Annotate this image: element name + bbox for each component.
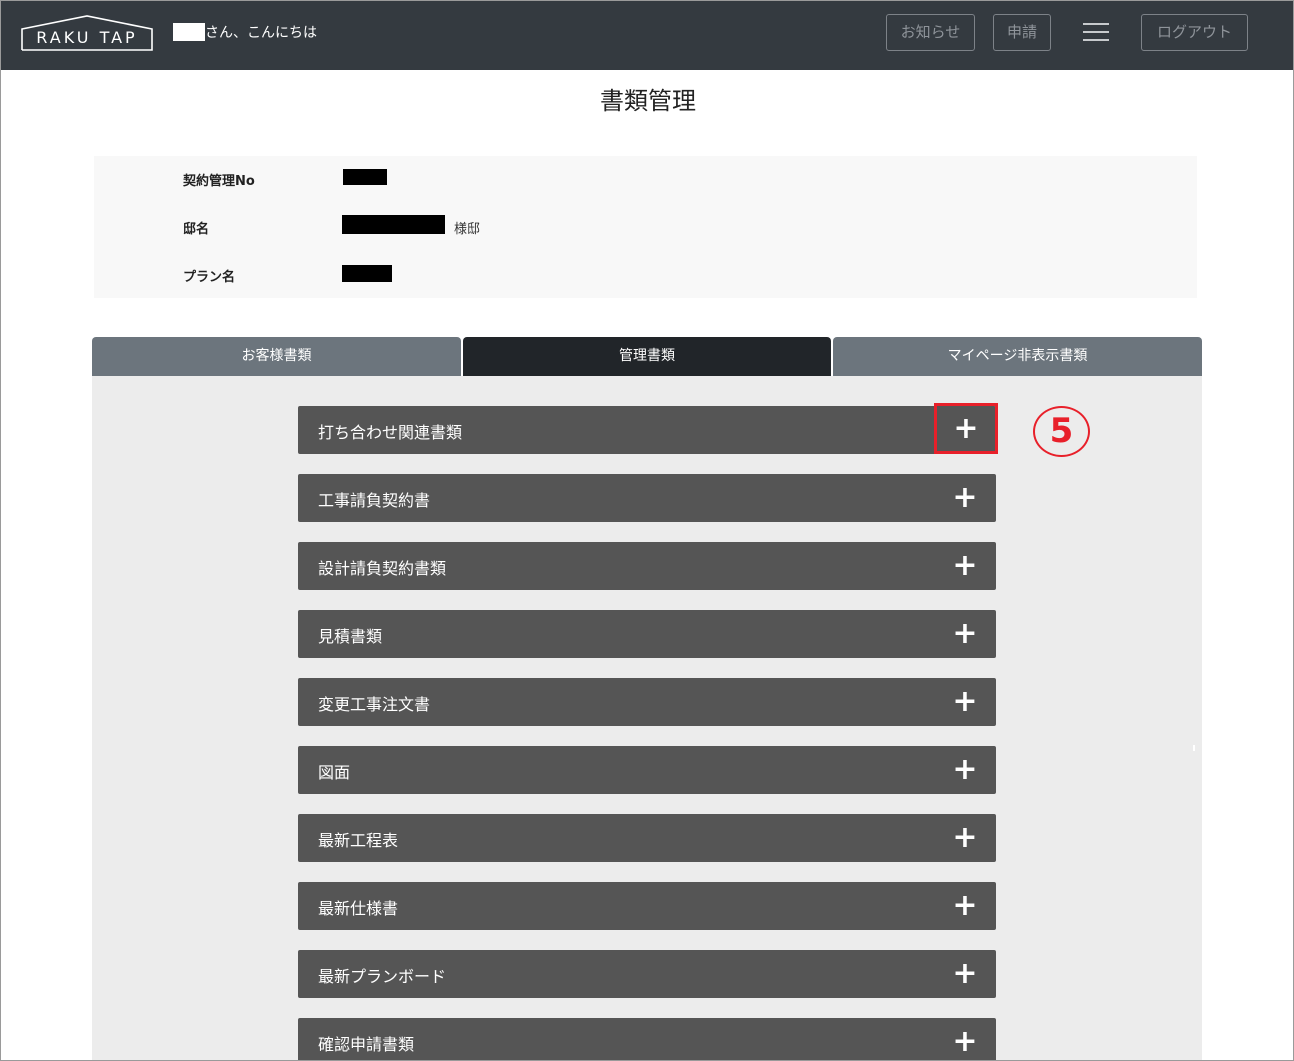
- plus-icon[interactable]: +: [934, 1020, 996, 1060]
- greeting-text: さん、こんにちは: [205, 25, 317, 41]
- plan-label: プラン名: [183, 270, 236, 285]
- accordion-item[interactable]: 工事請負契約書 +: [298, 474, 996, 522]
- app-window: RAKU TAP さん、こんにちは お知らせ 申請 ログアウト 書類管理 契約管…: [0, 0, 1294, 1061]
- accordion-label: 確認申請書類: [318, 1035, 415, 1054]
- accordion-label: 最新プランボード: [318, 967, 447, 986]
- accordion-item[interactable]: 最新工程表 +: [298, 814, 996, 862]
- contract-info-panel: 契約管理No 邸名 様邸 プラン名: [94, 156, 1197, 298]
- accordion-item[interactable]: 打ち合わせ関連書類 +: [298, 403, 998, 454]
- accordion-label: 打ち合わせ関連書類: [318, 423, 463, 442]
- scroll-marker: [1193, 745, 1195, 751]
- plus-icon[interactable]: +: [934, 403, 998, 454]
- greeting: さん、こんにちは: [173, 22, 317, 42]
- accordion-item[interactable]: 見積書類 +: [298, 610, 996, 658]
- contract-no-value-redacted: [343, 169, 387, 185]
- plus-icon[interactable]: +: [934, 476, 996, 520]
- plus-icon[interactable]: +: [934, 680, 996, 724]
- tab-management-documents[interactable]: 管理書類: [463, 337, 831, 376]
- plus-icon[interactable]: +: [934, 884, 996, 928]
- step-number-annotation: 5: [1033, 406, 1090, 457]
- logout-button[interactable]: ログアウト: [1141, 14, 1248, 51]
- accordion-label: 見積書類: [318, 627, 383, 646]
- accordion-item[interactable]: 確認申請書類 +: [298, 1018, 996, 1060]
- residence-suffix: 様邸: [454, 222, 481, 237]
- accordion-label: 工事請負契約書: [318, 491, 431, 510]
- tab-customer-documents[interactable]: お客様書類: [92, 337, 461, 376]
- accordion-label: 最新工程表: [318, 831, 399, 850]
- accordion-label: 最新仕様書: [318, 899, 399, 918]
- accordion-item[interactable]: 変更工事注文書 +: [298, 678, 996, 726]
- residence-label: 邸名: [183, 222, 210, 237]
- plus-icon[interactable]: +: [934, 952, 996, 996]
- plus-icon[interactable]: +: [934, 544, 996, 588]
- residence-value-redacted: [342, 215, 445, 234]
- page-title: 書類管理: [600, 87, 696, 115]
- accordion-label: 設計請負契約書類: [318, 559, 447, 578]
- menu-icon[interactable]: [1083, 23, 1109, 43]
- logo-text: RAKU TAP: [36, 28, 138, 47]
- accordion-item[interactable]: 最新プランボード +: [298, 950, 996, 998]
- plus-icon[interactable]: +: [934, 612, 996, 656]
- user-name-redacted: [173, 23, 205, 41]
- tab-hidden-documents[interactable]: マイページ非表示書類: [833, 337, 1202, 376]
- accordion-label: 図面: [318, 763, 351, 782]
- notice-button[interactable]: お知らせ: [886, 14, 975, 51]
- plan-value-redacted: [342, 265, 392, 282]
- accordion-item[interactable]: 最新仕様書 +: [298, 882, 996, 930]
- accordion-item[interactable]: 図面 +: [298, 746, 996, 794]
- apply-button[interactable]: 申請: [993, 14, 1051, 51]
- accordion-item[interactable]: 設計請負契約書類 +: [298, 542, 996, 590]
- logo[interactable]: RAKU TAP: [21, 15, 153, 51]
- plus-icon[interactable]: +: [934, 748, 996, 792]
- contract-no-label: 契約管理No: [183, 174, 255, 189]
- accordion-label: 変更工事注文書: [318, 695, 431, 714]
- plus-icon[interactable]: +: [934, 816, 996, 860]
- top-navbar: RAKU TAP さん、こんにちは お知らせ 申請 ログアウト: [1, 1, 1293, 70]
